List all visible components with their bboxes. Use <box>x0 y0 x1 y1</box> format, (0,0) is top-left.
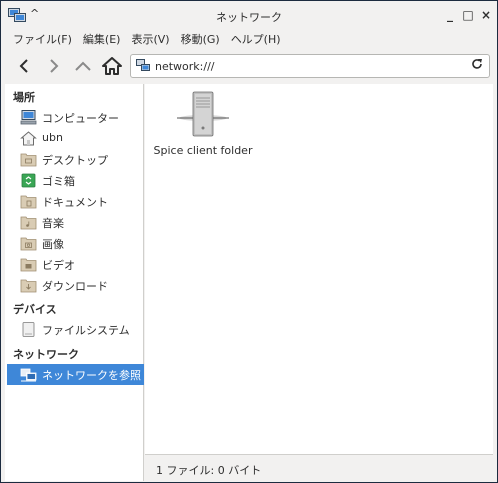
file-manager-window: ^ ネットワーク _ □ × ファイル(F) 編集(E) 表示(V) 移動(G)… <box>0 0 498 483</box>
chevron-right-icon <box>50 59 59 73</box>
sidebar-item-music[interactable]: 音楽 <box>7 212 144 233</box>
menu-view[interactable]: 表示(V) <box>131 31 169 47</box>
home-folder-icon <box>20 131 37 146</box>
sidebar-item-label: ネットワークを参照 <box>42 369 141 382</box>
network-icon <box>136 59 150 71</box>
sidebar-item-computer[interactable]: コンピューター <box>7 107 144 128</box>
computer-icon <box>20 110 37 125</box>
sidebar-item-label: デスクトップ <box>42 154 108 167</box>
sidebar-item-label: ビデオ <box>42 259 75 272</box>
chevron-left-icon <box>19 59 28 73</box>
sidebar-heading-places: 場所 <box>13 91 35 104</box>
sidebar-item-label: ドキュメント <box>42 196 108 209</box>
menu-edit[interactable]: 編集(E) <box>83 31 121 47</box>
sidebar-item-home[interactable]: ubn <box>7 128 144 149</box>
status-text: 1 ファイル: 0 バイト <box>156 464 262 477</box>
forward-button[interactable] <box>42 55 66 77</box>
sidebar-item-label: ubn <box>42 131 63 144</box>
sidebar-heading-devices: デバイス <box>13 303 57 316</box>
sidebar-item-label: ダウンロード <box>42 280 108 293</box>
maximize-button[interactable]: □ <box>460 6 476 24</box>
sidebar-item-filesystem[interactable]: ファイルシステム <box>7 319 144 340</box>
music-folder-icon <box>20 216 37 230</box>
trash-icon <box>21 173 36 188</box>
sidebar-heading-network: ネットワーク <box>13 348 79 361</box>
home-icon <box>102 57 122 75</box>
menu-go[interactable]: 移動(G) <box>181 31 220 47</box>
sidebar-item-browse-network[interactable]: ネットワークを参照 <box>7 364 144 385</box>
sidebar-item-pictures[interactable]: 画像 <box>7 233 144 254</box>
sidebar-item-label: 音楽 <box>42 217 64 230</box>
toolbar: network:/// <box>2 49 496 84</box>
reload-icon[interactable] <box>471 58 483 73</box>
sidebar-item-label: コンピューター <box>42 112 119 125</box>
minimize-button[interactable]: _ <box>442 6 458 24</box>
close-button[interactable]: × <box>478 6 494 24</box>
chevron-up-icon <box>75 61 91 71</box>
status-bar: 1 ファイル: 0 バイト <box>145 454 493 481</box>
file-name: Spice client folder <box>153 144 253 157</box>
videos-folder-icon <box>20 258 37 272</box>
server-icon <box>177 91 229 137</box>
up-button[interactable] <box>71 55 95 77</box>
file-item[interactable]: Spice client folder <box>151 90 255 160</box>
sidebar-item-videos[interactable]: ビデオ <box>7 254 144 275</box>
sidebar-item-desktop[interactable]: デスクトップ <box>7 149 144 170</box>
sidebar-item-label: ファイルシステム <box>42 324 130 337</box>
back-button[interactable] <box>12 55 36 77</box>
sidebar-item-downloads[interactable]: ダウンロード <box>7 275 144 296</box>
window-title: ネットワーク <box>216 11 282 24</box>
desktop-folder-icon <box>20 153 37 167</box>
sidebar-item-label: ゴミ箱 <box>42 175 75 188</box>
file-view[interactable]: Spice client folder <box>145 84 493 454</box>
menu-file[interactable]: ファイル(F) <box>13 31 72 47</box>
location-bar[interactable]: network:/// <box>130 54 490 78</box>
network-icon <box>20 368 37 382</box>
sidebar-item-trash[interactable]: ゴミ箱 <box>7 170 144 191</box>
sidebar: 場所 コンピューター ubn デスクトップ ゴミ箱 ドキュメント 音楽 画像 ビ… <box>5 84 144 481</box>
location-input[interactable]: network:/// <box>155 60 215 73</box>
sidebar-item-label: 画像 <box>42 238 64 251</box>
pictures-folder-icon <box>20 237 37 251</box>
menu-bar: ファイル(F) 編集(E) 表示(V) 移動(G) ヘルプ(H) <box>2 29 496 49</box>
documents-folder-icon <box>20 195 37 209</box>
title-bar[interactable]: ^ ネットワーク _ □ × <box>2 2 496 29</box>
downloads-folder-icon <box>20 279 37 293</box>
sidebar-item-documents[interactable]: ドキュメント <box>7 191 144 212</box>
menu-help[interactable]: ヘルプ(H) <box>231 31 281 47</box>
drive-icon <box>22 322 35 337</box>
home-button[interactable] <box>100 55 124 77</box>
